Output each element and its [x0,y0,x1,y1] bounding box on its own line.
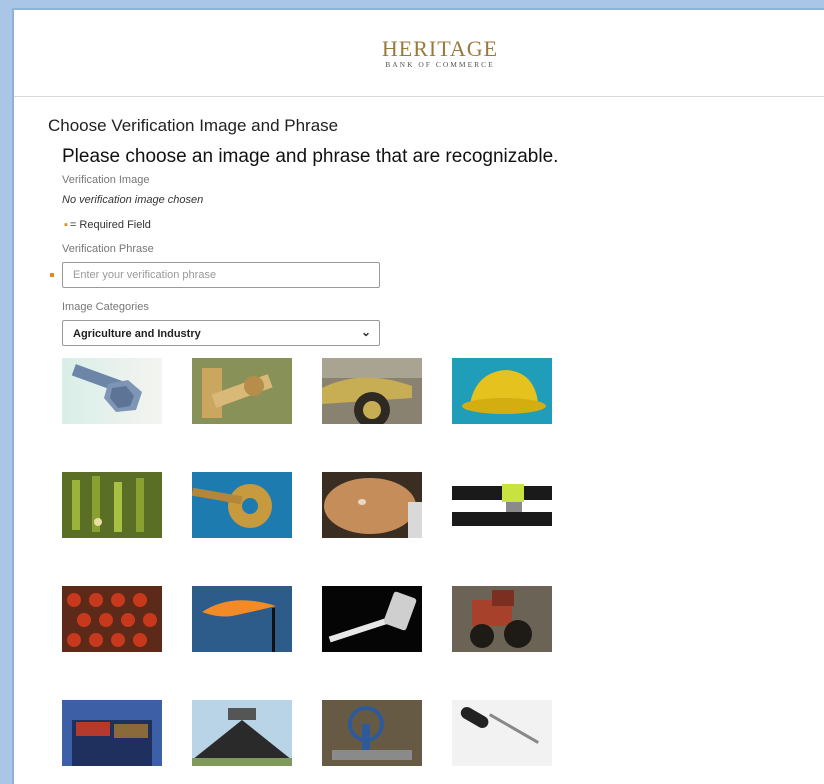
cog-wheel-image[interactable] [192,472,292,538]
header: HERITAGE BANK OF COMMERCE [14,10,824,97]
shipping-containers-image[interactable] [62,700,162,766]
logo-name: HERITAGE [381,36,499,61]
loader-wheel-image[interactable] [322,358,422,424]
image-categories-label: Image Categories [62,301,149,313]
verification-phrase-label: Verification Phrase [62,243,154,255]
screwdriver-image[interactable] [452,700,552,766]
valve-wheel-image[interactable] [322,700,422,766]
gear-shaft-image[interactable] [192,358,292,424]
required-field-text: = Required Field [69,219,151,231]
verification-image-label: Verification Image [62,174,150,186]
tape-measure-image[interactable] [322,586,422,652]
metal-disc-image[interactable] [322,472,422,538]
factory-building-image[interactable] [192,700,292,766]
tractor-image[interactable] [452,586,552,652]
logo-tagline: BANK OF COMMERCE [385,60,495,69]
page-frame: HERITAGE BANK OF COMMERCE Choose Verific… [12,8,824,784]
required-field-note: ▪ = Required Field [64,219,151,231]
bank-logo[interactable]: HERITAGE BANK OF COMMERCE [370,38,510,70]
red-rollers-image[interactable] [62,586,162,652]
page-subtitle: Please choose an image and phrase that a… [62,146,559,167]
verification-image-status: No verification image chosen [62,194,204,206]
page-title: Choose Verification Image and Phrase [48,116,339,135]
chevron-down-icon: ⌄ [360,325,371,339]
green-machinery-image[interactable] [62,472,162,538]
verification-phrase-input[interactable] [62,262,380,288]
selected-category: Agriculture and Industry [73,328,201,340]
bolt-nut-image[interactable] [62,358,162,424]
hard-hat-image[interactable] [452,358,552,424]
image-categories-select[interactable]: Agriculture and Industry ⌄ [62,320,380,346]
gas-flare-image[interactable] [192,586,292,652]
spirit-level-image[interactable] [452,472,552,538]
required-marker-icon [50,273,54,277]
required-marker-icon: ▪ [64,219,68,231]
